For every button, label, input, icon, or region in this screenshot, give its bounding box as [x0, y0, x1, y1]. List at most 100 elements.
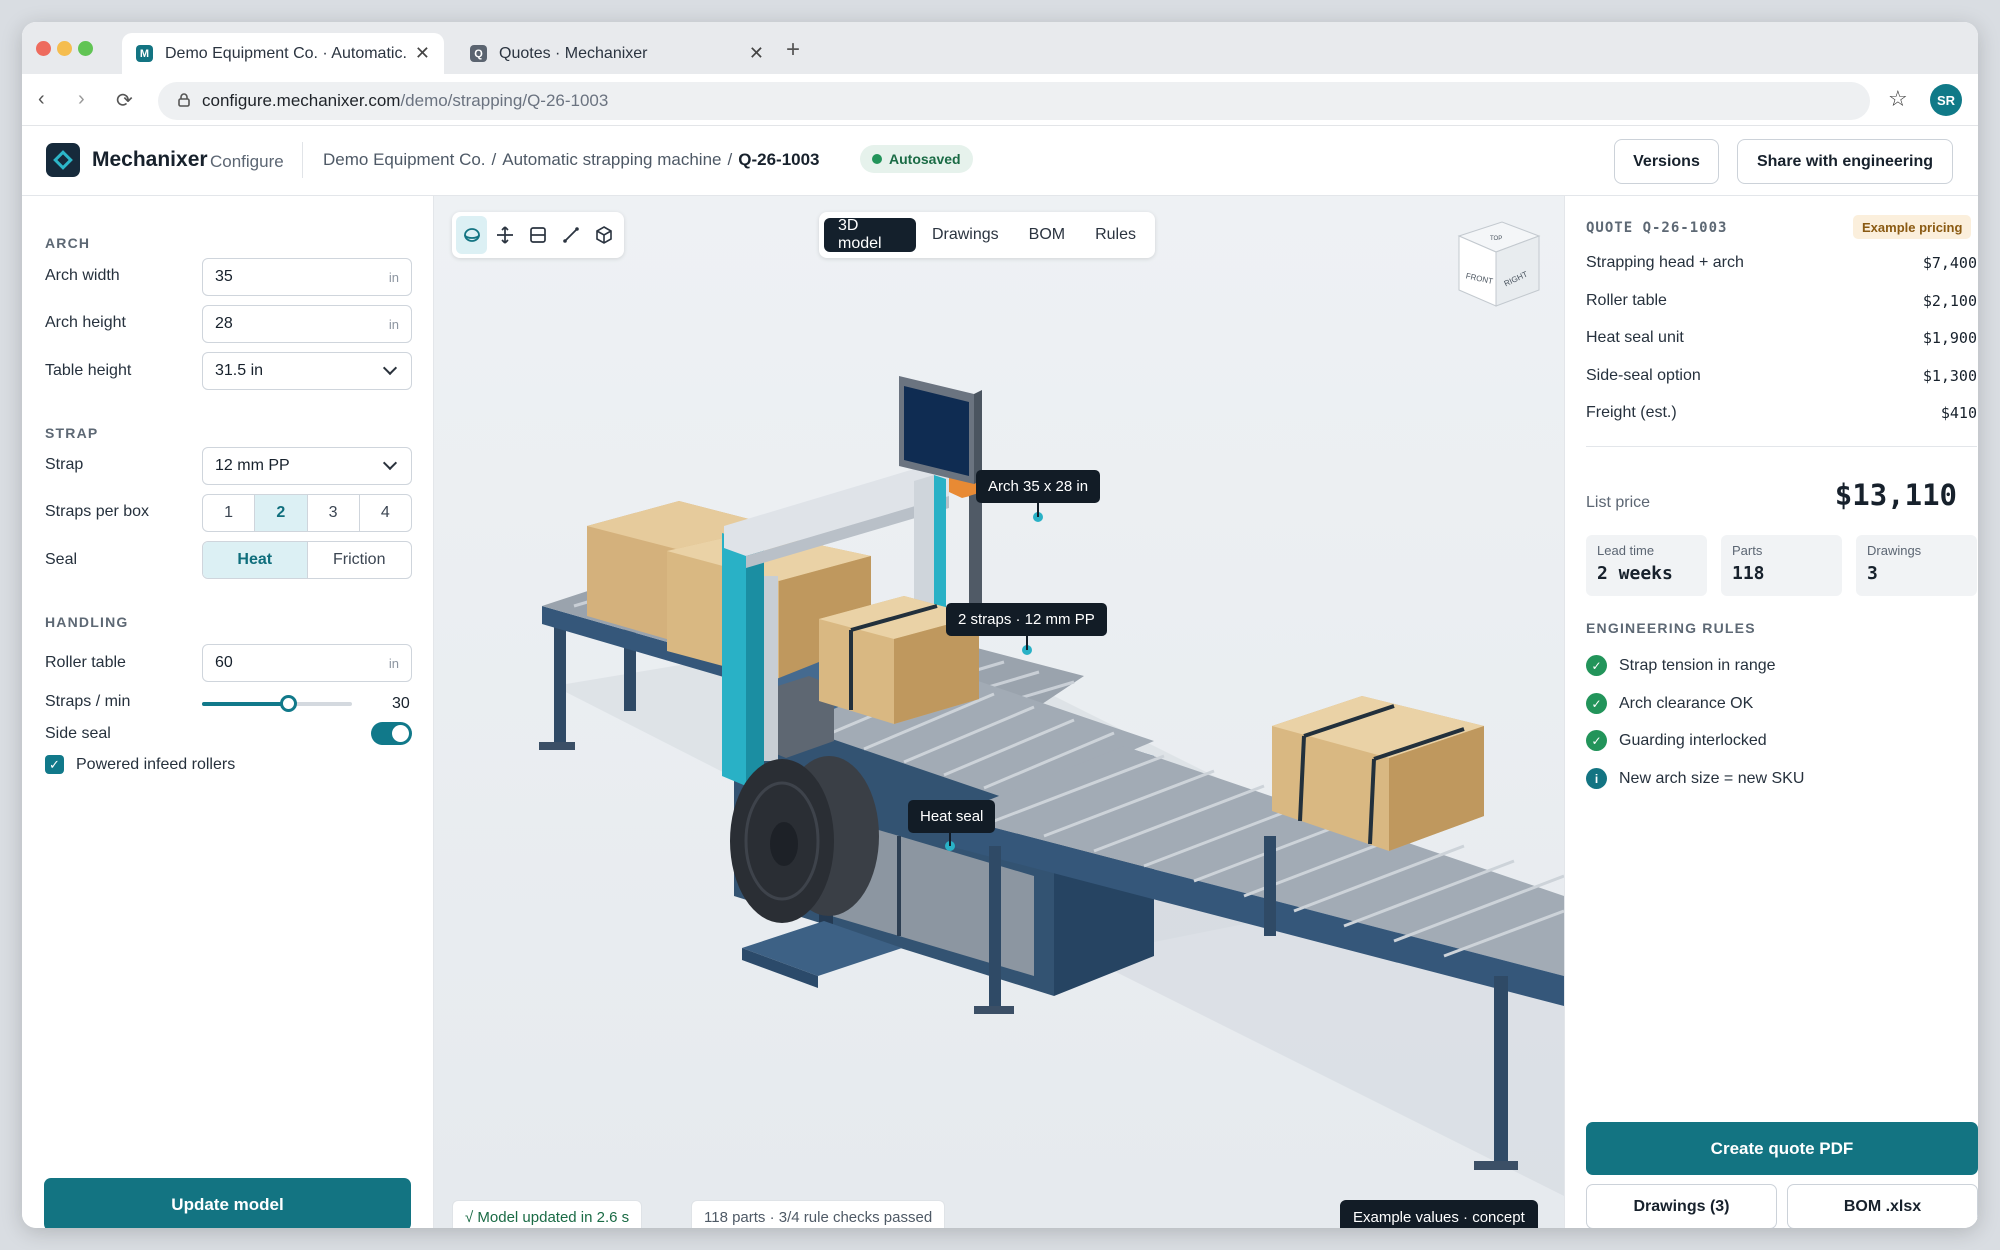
create-quote-pdf-button[interactable]: Create quote PDF	[1586, 1122, 1978, 1175]
tab-3d-model[interactable]: 3D model	[824, 217, 916, 252]
straps-per-box-segmented: 1 2 3 4	[202, 494, 412, 532]
stat-label: Parts	[1732, 543, 1763, 558]
quote-line-label: Roller table	[1586, 292, 1667, 309]
rule-item: ✓ Guarding interlocked	[1586, 730, 1767, 751]
browser-tab-quotes[interactable]: Q Quotes · Mechanixer ✕	[456, 33, 778, 74]
quote-line: Roller table $2,100	[1586, 292, 1977, 310]
stat-lead-time: Lead time 2 weeks	[1586, 535, 1707, 596]
engineering-rules-title: ENGINEERING RULES	[1586, 620, 1756, 636]
url-host: configure.mechanixer.com	[202, 91, 401, 110]
arch-width-value: 35	[215, 268, 233, 285]
table-height-select[interactable]: 31.5 in	[202, 352, 412, 390]
new-tab-icon[interactable]: +	[786, 36, 800, 64]
roller-table-label: Roller table	[45, 654, 126, 671]
breadcrumb-separator: /	[491, 150, 497, 169]
quote-line-amount: $1,900	[1922, 329, 1977, 347]
roller-table-value: 60	[215, 654, 233, 671]
quote-panel: QUOTE Q-26-1003 Example pricing Strappin…	[1564, 196, 1978, 1228]
arch-height-input[interactable]: 28 in	[202, 305, 412, 343]
arch-width-label: Arch width	[45, 267, 120, 284]
bookmark-star-icon[interactable]: ☆	[1888, 86, 1908, 112]
url-field[interactable]: configure.mechanixer.com/demo/strapping/…	[158, 82, 1870, 120]
drawings-download-button[interactable]: Drawings (3)	[1586, 1184, 1777, 1228]
roller-table-input[interactable]: 60 in	[202, 644, 412, 682]
browser-tab-active[interactable]: M Demo Equipment Co. · Automatic... ✕	[122, 33, 444, 74]
mechanixer-favicon-icon: M	[136, 45, 153, 62]
tab-rules[interactable]: Rules	[1081, 218, 1150, 252]
model-viewport[interactable]: FRONT RIGHT TOP 3D model Drawings BOM Ru…	[434, 196, 1564, 1228]
straps-per-min-label: Straps / min	[45, 693, 131, 710]
unit-label: in	[388, 316, 399, 332]
rule-text: New arch size = new SKU	[1619, 769, 1805, 787]
measure-icon[interactable]	[556, 216, 587, 254]
strapping-machine-3d-model[interactable]: FRONT RIGHT TOP	[434, 196, 1564, 1228]
stat-drawings: Drawings 3	[1856, 535, 1977, 596]
close-tab-icon[interactable]: ✕	[749, 43, 764, 64]
update-model-button[interactable]: Update model	[44, 1178, 411, 1228]
straps-option-4[interactable]: 4	[358, 495, 411, 531]
callout-straps[interactable]: 2 straps · 12 mm PP	[946, 603, 1107, 636]
slider-handle[interactable]	[279, 695, 297, 712]
quote-line: Strapping head + arch $7,400	[1586, 254, 1977, 272]
rule-item: ✓ Arch clearance OK	[1586, 693, 1753, 714]
tab-bom[interactable]: BOM	[1015, 218, 1079, 252]
callout-heat-seal[interactable]: Heat seal	[908, 800, 996, 833]
versions-button[interactable]: Versions	[1614, 139, 1719, 184]
pan-icon[interactable]	[489, 216, 520, 254]
rule-text: Strap tension in range	[1619, 656, 1776, 674]
breadcrumb-product[interactable]: Automatic strapping machine	[502, 150, 721, 170]
straps-option-3[interactable]: 3	[306, 495, 359, 531]
section-icon[interactable]	[522, 216, 553, 254]
straps-per-box-label: Straps per box	[45, 503, 150, 520]
arch-width-input[interactable]: 35 in	[202, 258, 412, 296]
straps-option-1[interactable]: 1	[203, 495, 254, 531]
strap-select[interactable]: 12 mm PP	[202, 447, 412, 485]
rule-item: ✓ Strap tension in range	[1586, 655, 1776, 676]
arch-height-label: Arch height	[45, 314, 126, 331]
close-window-dot[interactable]	[36, 41, 51, 56]
quote-line-label: Freight (est.)	[1586, 404, 1677, 421]
table-height-label: Table height	[45, 362, 132, 379]
view-cube-top: TOP	[1490, 236, 1502, 242]
callout-arch[interactable]: Arch 35 x 28 in	[976, 470, 1101, 503]
stat-value: 118	[1732, 563, 1765, 584]
mechanixer-logo-icon[interactable]	[46, 143, 80, 177]
forward-icon[interactable]: ›	[78, 88, 85, 111]
unit-label: in	[388, 269, 399, 285]
profile-avatar[interactable]: SR	[1930, 84, 1962, 116]
minimize-window-dot[interactable]	[57, 41, 72, 56]
straps-per-min-slider[interactable]	[202, 695, 352, 712]
back-icon[interactable]: ‹	[38, 88, 45, 111]
powered-infeed-checkbox[interactable]: ✓	[45, 755, 64, 774]
straps-per-min-value: 30	[392, 695, 410, 712]
straps-option-2[interactable]: 2	[254, 495, 307, 531]
maximize-window-dot[interactable]	[78, 41, 93, 56]
seal-option-heat[interactable]: Heat	[203, 542, 307, 578]
reload-icon[interactable]: ⟳	[116, 88, 133, 113]
info-icon: i	[1586, 768, 1607, 789]
quote-line-amount: $7,400	[1922, 254, 1977, 272]
tab-drawings[interactable]: Drawings	[918, 218, 1013, 252]
cube-icon[interactable]	[589, 216, 620, 254]
browser-window: M Demo Equipment Co. · Automatic... ✕ Q …	[22, 22, 1978, 1228]
orbit-icon[interactable]	[456, 216, 488, 254]
close-tab-icon[interactable]: ✕	[415, 43, 430, 64]
quote-line-amount: $1,300	[1922, 367, 1977, 385]
tab-strip: M Demo Equipment Co. · Automatic... ✕ Q …	[22, 22, 1978, 74]
seal-option-friction[interactable]: Friction	[306, 542, 412, 578]
autosave-label: Autosaved	[889, 151, 961, 167]
autosave-badge: Autosaved	[860, 145, 973, 173]
chevron-down-icon	[382, 360, 398, 376]
powered-infeed-label: Powered infeed rollers	[76, 756, 236, 773]
share-with-engineering-button[interactable]: Share with engineering	[1737, 139, 1953, 184]
rule-text: Guarding interlocked	[1619, 731, 1767, 749]
viewport-toolbar	[452, 212, 624, 258]
breadcrumb-company[interactable]: Demo Equipment Co.	[323, 150, 486, 170]
app-header: Mechanixer Configure Demo Equipment Co. …	[22, 126, 1978, 196]
status-dot-icon	[872, 154, 882, 164]
side-seal-toggle[interactable]	[371, 722, 412, 745]
section-title-strap: STRAP	[45, 425, 99, 441]
view-cube-icon[interactable]: FRONT RIGHT TOP	[1457, 221, 1541, 307]
check-icon: ✓	[1586, 655, 1607, 676]
bom-download-button[interactable]: BOM .xlsx	[1787, 1184, 1978, 1228]
